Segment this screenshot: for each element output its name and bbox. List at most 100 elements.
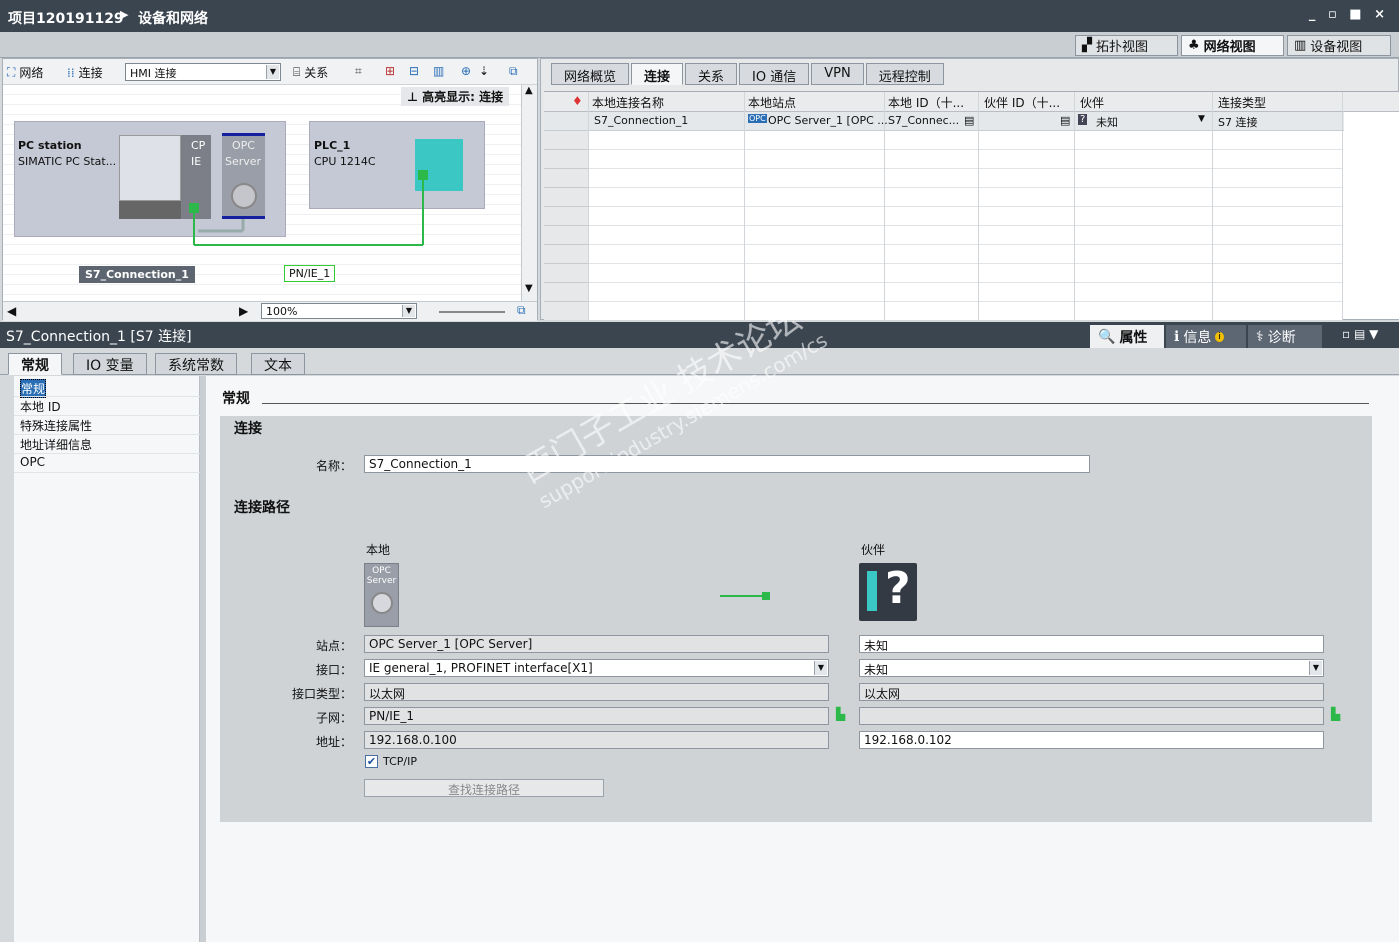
connection-type-select[interactable]: HMI 连接 ▼ — [125, 63, 281, 81]
chevron-down-icon[interactable]: ▼ — [266, 65, 279, 79]
tab-remote-control[interactable]: 远程控制 — [865, 63, 944, 85]
device-view-button[interactable]: ▥ 设备视图 — [1287, 35, 1391, 56]
project-name: 项目120191129 — [8, 11, 124, 27]
network-view-pane: ⛶ 网络 ⁞⁞ 连接 HMI 连接 ▼ ⌸ 关系 ⌗ ⊞ ⊟ ▥ ⊕ ⇣ ⧉ PC s… — [2, 58, 538, 321]
col-local-name[interactable]: 本地连接名称 — [592, 94, 664, 111]
properties-nav: 常规 本地 ID 特殊连接属性 地址详细信息 OPC — [14, 376, 200, 942]
tab-info-label: 信息 — [1183, 329, 1212, 346]
nav-address-details[interactable]: 地址详细信息 — [20, 436, 92, 453]
scroll-up-icon[interactable]: ▲ — [525, 85, 533, 96]
partner-address-field[interactable]: 192.168.0.102 — [859, 731, 1324, 749]
network-mode-icon: ⛶ — [7, 65, 16, 79]
nav-local-id[interactable]: 本地 ID — [20, 398, 61, 415]
view-switcher: ▞ 拓扑视图 ♣ 网络视图 ▥ 设备视图 — [0, 32, 1399, 58]
connections-table-pane: 网络概览 连接 关系 IO 通信 VPN 远程控制 ♦ 本地连接名称 本地站点 … — [540, 58, 1399, 320]
partner-interface-select[interactable]: 未知 ▼ — [859, 659, 1324, 677]
subnet-label: 子网： — [315, 711, 352, 725]
opc-icon-label: OPC — [372, 566, 391, 576]
col-divider — [744, 92, 745, 320]
empty-rows — [588, 131, 1343, 320]
tab-vpn[interactable]: VPN — [811, 63, 864, 85]
connections-mode-button[interactable]: ⁞⁞ 连接 — [67, 64, 103, 81]
canvas-vertical-scrollbar[interactable]: ▲ ▼ — [521, 85, 537, 301]
subnet-connect-icon[interactable]: ▙ — [836, 707, 845, 721]
col-connection-type[interactable]: 连接类型 — [1218, 94, 1266, 111]
grid-header: ♦ 本地连接名称 本地站点 本地 ID（十... 伙伴 ID（十... 伙伴 连… — [544, 92, 1399, 112]
tab-diagnostics[interactable]: ⚕ 诊断 — [1248, 325, 1322, 348]
partner-iftype-field: 以太网 — [859, 683, 1324, 701]
tab-info[interactable]: ℹ 信息 i — [1166, 325, 1246, 348]
table-view-icon[interactable]: ▥ — [433, 64, 444, 78]
local-subnet-field: PN/IE_1 — [364, 707, 829, 725]
chevron-down-icon[interactable]: ▼ — [402, 305, 415, 317]
device-list-icon[interactable]: ⊞ — [385, 64, 395, 78]
fit-page-icon[interactable]: ⧉ — [517, 303, 526, 318]
cell-connection-type[interactable]: S7 连接 — [1218, 114, 1257, 130]
connection-name-field[interactable]: S7_Connection_1 — [364, 455, 1090, 473]
tcpip-checkbox[interactable]: ✔ — [365, 755, 378, 768]
col-divider — [588, 92, 589, 320]
partner-interface-value: 未知 — [864, 663, 889, 677]
network-canvas[interactable]: PC station SIMATIC PC Stat... CP IE OPC … — [3, 85, 521, 301]
nav-opc[interactable]: OPC — [20, 455, 45, 469]
network-view-button[interactable]: ♣ 网络视图 — [1181, 35, 1284, 56]
subtab-texts[interactable]: 文本 — [251, 353, 305, 375]
list-icon[interactable]: ▤ — [964, 114, 974, 127]
find-path-button[interactable]: 查找连接路径 — [364, 779, 604, 797]
topology-icon: ▞ — [1082, 38, 1092, 53]
topology-view-button[interactable]: ▞ 拓扑视图 — [1075, 35, 1178, 56]
table-row[interactable]: S7_Connection_1 OPC OPC Server_1 [OPC ..… — [544, 112, 1344, 131]
scroll-right-icon[interactable]: ▶ — [239, 304, 248, 318]
zoom-icon[interactable]: ⊕ — [461, 64, 471, 78]
col-local-id[interactable]: 本地 ID（十... — [888, 94, 964, 111]
tab-io-communication[interactable]: IO 通信 — [739, 63, 810, 85]
cell-station[interactable]: OPC Server_1 [OPC ... — [768, 114, 888, 127]
col-local-station[interactable]: 本地站点 — [748, 94, 796, 111]
local-interface-select[interactable]: IE general_1, PROFINET interface[X1] ▼ — [364, 659, 829, 677]
local-iftype-field: 以太网 — [364, 683, 829, 701]
cell-local-id[interactable]: S7_Connec... — [888, 114, 959, 127]
section-divider — [262, 403, 1369, 404]
pin-icon: ⊥ — [407, 90, 418, 104]
window-controls[interactable]: _ ▫ ■ × — [1309, 7, 1389, 22]
overview-icon[interactable]: ⧉ — [509, 64, 518, 79]
col-partner[interactable]: 伙伴 — [1080, 94, 1104, 111]
subtab-general[interactable]: 常规 — [8, 353, 62, 375]
panel-controls-icon[interactable]: ▫ ▤ ▼ — [1342, 327, 1378, 341]
chevron-down-icon[interactable]: ▼ — [1309, 661, 1322, 675]
tab-connections[interactable]: 连接 — [631, 63, 684, 85]
zoom-options-icon[interactable]: ⇣ — [479, 64, 489, 78]
scroll-down-icon[interactable]: ▼ — [525, 283, 533, 294]
tab-properties[interactable]: 🔍 属性 — [1090, 325, 1164, 348]
canvas-bottom-bar: ◀ ▶ 100% ▼ ⧉ — [3, 301, 537, 321]
subtab-system-constants[interactable]: 系统常数 — [155, 353, 237, 375]
partner-station-field[interactable]: 未知 — [859, 635, 1324, 653]
chevron-down-icon[interactable]: ▼ — [1198, 114, 1205, 124]
local-interface-value: IE general_1, PROFINET interface[X1] — [369, 661, 593, 675]
nav-divider — [14, 453, 200, 454]
cell-partner[interactable]: 未知 — [1096, 114, 1118, 130]
relations-mode-button[interactable]: ⌸ 关系 — [293, 64, 328, 81]
cell-name[interactable]: S7_Connection_1 — [594, 114, 688, 127]
partner-header: 伙伴 — [861, 543, 886, 557]
list-icon[interactable]: ▤ — [1060, 114, 1070, 127]
nav-special-props[interactable]: 特殊连接属性 — [20, 417, 92, 434]
grid-icon[interactable]: ⊟ — [409, 64, 419, 78]
tab-network-overview[interactable]: 网络概览 — [551, 63, 630, 85]
nav-divider — [14, 396, 200, 397]
subtab-io-tags[interactable]: IO 变量 — [73, 353, 147, 375]
device-icon: ▥ — [1294, 38, 1307, 53]
tab-relations[interactable]: 关系 — [685, 63, 738, 85]
name-toggle-icon[interactable]: ⌗ — [355, 64, 362, 79]
zoom-slider[interactable] — [439, 311, 505, 313]
filter-icon[interactable]: ♦ — [572, 94, 583, 108]
zoom-select[interactable]: 100% ▼ — [261, 303, 417, 319]
relations-mode-label: 关系 — [304, 66, 329, 80]
subnet-connect-icon[interactable]: ▙ — [1331, 707, 1340, 721]
chevron-down-icon[interactable]: ▼ — [814, 661, 827, 675]
s7-connection-label[interactable]: S7_Connection_1 — [79, 266, 195, 283]
col-partner-id[interactable]: 伙伴 ID（十... — [984, 94, 1060, 111]
scroll-left-icon[interactable]: ◀ — [7, 304, 16, 318]
network-mode-button[interactable]: ⛶ 网络 — [7, 64, 43, 81]
subnet-label[interactable]: PN/IE_1 — [284, 265, 336, 282]
